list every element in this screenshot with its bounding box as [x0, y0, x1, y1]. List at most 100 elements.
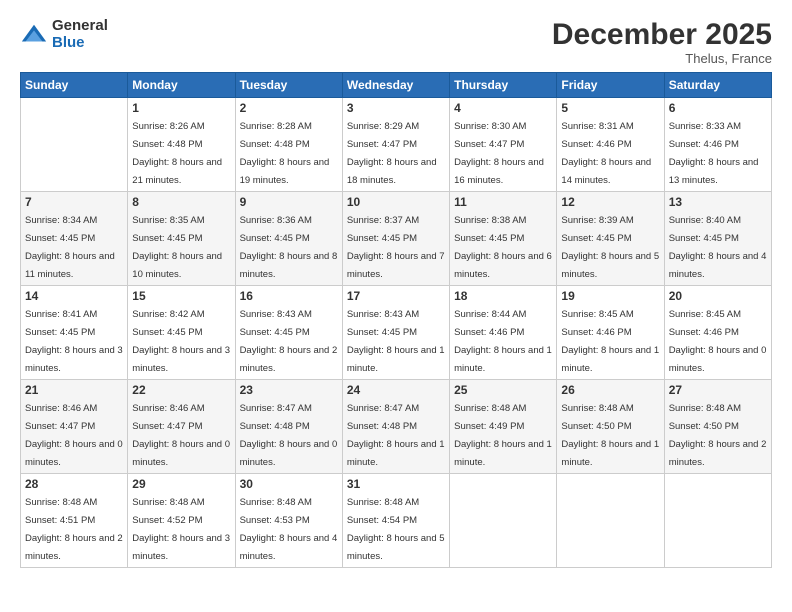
day-number: 21	[25, 383, 123, 397]
day-number: 2	[240, 101, 338, 115]
col-tuesday: Tuesday	[235, 73, 342, 98]
table-row: 25 Sunrise: 8:48 AMSunset: 4:49 PMDaylig…	[450, 380, 557, 474]
day-number: 7	[25, 195, 123, 209]
day-number: 14	[25, 289, 123, 303]
day-number: 15	[132, 289, 230, 303]
table-row: 1 Sunrise: 8:26 AMSunset: 4:48 PMDayligh…	[128, 98, 235, 192]
day-info: Sunrise: 8:43 AMSunset: 4:45 PMDaylight:…	[347, 309, 445, 374]
title-block: December 2025 Thelus, France	[552, 18, 772, 66]
day-number: 31	[347, 477, 445, 491]
calendar-table: Sunday Monday Tuesday Wednesday Thursday…	[20, 72, 772, 568]
col-saturday: Saturday	[664, 73, 771, 98]
day-info: Sunrise: 8:48 AMSunset: 4:50 PMDaylight:…	[669, 403, 767, 468]
table-row: 18 Sunrise: 8:44 AMSunset: 4:46 PMDaylig…	[450, 286, 557, 380]
day-number: 26	[561, 383, 659, 397]
table-row: 30 Sunrise: 8:48 AMSunset: 4:53 PMDaylig…	[235, 474, 342, 568]
day-info: Sunrise: 8:48 AMSunset: 4:50 PMDaylight:…	[561, 403, 659, 468]
day-info: Sunrise: 8:38 AMSunset: 4:45 PMDaylight:…	[454, 215, 552, 280]
day-number: 1	[132, 101, 230, 115]
table-row: 6 Sunrise: 8:33 AMSunset: 4:46 PMDayligh…	[664, 98, 771, 192]
day-info: Sunrise: 8:34 AMSunset: 4:45 PMDaylight:…	[25, 215, 115, 280]
day-info: Sunrise: 8:39 AMSunset: 4:45 PMDaylight:…	[561, 215, 659, 280]
day-number: 19	[561, 289, 659, 303]
day-info: Sunrise: 8:29 AMSunset: 4:47 PMDaylight:…	[347, 121, 437, 186]
day-number: 23	[240, 383, 338, 397]
day-info: Sunrise: 8:46 AMSunset: 4:47 PMDaylight:…	[25, 403, 123, 468]
logo-general-text: General	[52, 18, 108, 35]
day-number: 27	[669, 383, 767, 397]
col-monday: Monday	[128, 73, 235, 98]
table-row: 2 Sunrise: 8:28 AMSunset: 4:48 PMDayligh…	[235, 98, 342, 192]
day-info: Sunrise: 8:26 AMSunset: 4:48 PMDaylight:…	[132, 121, 222, 186]
day-info: Sunrise: 8:47 AMSunset: 4:48 PMDaylight:…	[347, 403, 445, 468]
table-row: 29 Sunrise: 8:48 AMSunset: 4:52 PMDaylig…	[128, 474, 235, 568]
logo-blue-text: Blue	[52, 35, 108, 52]
table-row: 3 Sunrise: 8:29 AMSunset: 4:47 PMDayligh…	[342, 98, 449, 192]
day-number: 5	[561, 101, 659, 115]
day-info: Sunrise: 8:43 AMSunset: 4:45 PMDaylight:…	[240, 309, 338, 374]
day-number: 8	[132, 195, 230, 209]
table-row: 16 Sunrise: 8:43 AMSunset: 4:45 PMDaylig…	[235, 286, 342, 380]
day-info: Sunrise: 8:41 AMSunset: 4:45 PMDaylight:…	[25, 309, 123, 374]
table-row: 31 Sunrise: 8:48 AMSunset: 4:54 PMDaylig…	[342, 474, 449, 568]
day-number: 4	[454, 101, 552, 115]
table-row: 4 Sunrise: 8:30 AMSunset: 4:47 PMDayligh…	[450, 98, 557, 192]
table-row: 28 Sunrise: 8:48 AMSunset: 4:51 PMDaylig…	[21, 474, 128, 568]
day-info: Sunrise: 8:48 AMSunset: 4:53 PMDaylight:…	[240, 497, 338, 562]
header-row: Sunday Monday Tuesday Wednesday Thursday…	[21, 73, 772, 98]
table-row: 14 Sunrise: 8:41 AMSunset: 4:45 PMDaylig…	[21, 286, 128, 380]
table-row: 7 Sunrise: 8:34 AMSunset: 4:45 PMDayligh…	[21, 192, 128, 286]
day-info: Sunrise: 8:33 AMSunset: 4:46 PMDaylight:…	[669, 121, 759, 186]
col-wednesday: Wednesday	[342, 73, 449, 98]
month-title: December 2025	[552, 18, 772, 51]
table-row: 27 Sunrise: 8:48 AMSunset: 4:50 PMDaylig…	[664, 380, 771, 474]
day-number: 22	[132, 383, 230, 397]
table-row: 24 Sunrise: 8:47 AMSunset: 4:48 PMDaylig…	[342, 380, 449, 474]
table-row: 21 Sunrise: 8:46 AMSunset: 4:47 PMDaylig…	[21, 380, 128, 474]
day-number: 10	[347, 195, 445, 209]
day-number: 24	[347, 383, 445, 397]
day-info: Sunrise: 8:35 AMSunset: 4:45 PMDaylight:…	[132, 215, 222, 280]
header: General Blue December 2025 Thelus, Franc…	[20, 18, 772, 66]
table-row: 10 Sunrise: 8:37 AMSunset: 4:45 PMDaylig…	[342, 192, 449, 286]
day-number: 29	[132, 477, 230, 491]
day-info: Sunrise: 8:42 AMSunset: 4:45 PMDaylight:…	[132, 309, 230, 374]
day-info: Sunrise: 8:45 AMSunset: 4:46 PMDaylight:…	[669, 309, 767, 374]
day-info: Sunrise: 8:46 AMSunset: 4:47 PMDaylight:…	[132, 403, 230, 468]
table-row: 15 Sunrise: 8:42 AMSunset: 4:45 PMDaylig…	[128, 286, 235, 380]
logo: General Blue	[20, 18, 108, 51]
col-thursday: Thursday	[450, 73, 557, 98]
day-info: Sunrise: 8:48 AMSunset: 4:49 PMDaylight:…	[454, 403, 552, 468]
table-row	[450, 474, 557, 568]
day-info: Sunrise: 8:36 AMSunset: 4:45 PMDaylight:…	[240, 215, 338, 280]
day-info: Sunrise: 8:48 AMSunset: 4:51 PMDaylight:…	[25, 497, 123, 562]
table-row: 20 Sunrise: 8:45 AMSunset: 4:46 PMDaylig…	[664, 286, 771, 380]
table-row: 17 Sunrise: 8:43 AMSunset: 4:45 PMDaylig…	[342, 286, 449, 380]
table-row: 12 Sunrise: 8:39 AMSunset: 4:45 PMDaylig…	[557, 192, 664, 286]
day-info: Sunrise: 8:48 AMSunset: 4:54 PMDaylight:…	[347, 497, 445, 562]
table-row: 19 Sunrise: 8:45 AMSunset: 4:46 PMDaylig…	[557, 286, 664, 380]
day-number: 6	[669, 101, 767, 115]
day-info: Sunrise: 8:47 AMSunset: 4:48 PMDaylight:…	[240, 403, 338, 468]
day-number: 30	[240, 477, 338, 491]
table-row: 5 Sunrise: 8:31 AMSunset: 4:46 PMDayligh…	[557, 98, 664, 192]
day-number: 18	[454, 289, 552, 303]
day-number: 16	[240, 289, 338, 303]
table-row: 13 Sunrise: 8:40 AMSunset: 4:45 PMDaylig…	[664, 192, 771, 286]
day-info: Sunrise: 8:48 AMSunset: 4:52 PMDaylight:…	[132, 497, 230, 562]
day-info: Sunrise: 8:31 AMSunset: 4:46 PMDaylight:…	[561, 121, 651, 186]
day-number: 25	[454, 383, 552, 397]
location-subtitle: Thelus, France	[552, 51, 772, 66]
table-row: 11 Sunrise: 8:38 AMSunset: 4:45 PMDaylig…	[450, 192, 557, 286]
col-sunday: Sunday	[21, 73, 128, 98]
page: General Blue December 2025 Thelus, Franc…	[0, 0, 792, 612]
day-info: Sunrise: 8:40 AMSunset: 4:45 PMDaylight:…	[669, 215, 767, 280]
day-info: Sunrise: 8:37 AMSunset: 4:45 PMDaylight:…	[347, 215, 445, 280]
table-row	[664, 474, 771, 568]
col-friday: Friday	[557, 73, 664, 98]
day-info: Sunrise: 8:44 AMSunset: 4:46 PMDaylight:…	[454, 309, 552, 374]
day-number: 17	[347, 289, 445, 303]
day-info: Sunrise: 8:28 AMSunset: 4:48 PMDaylight:…	[240, 121, 330, 186]
table-row	[21, 98, 128, 192]
day-number: 13	[669, 195, 767, 209]
